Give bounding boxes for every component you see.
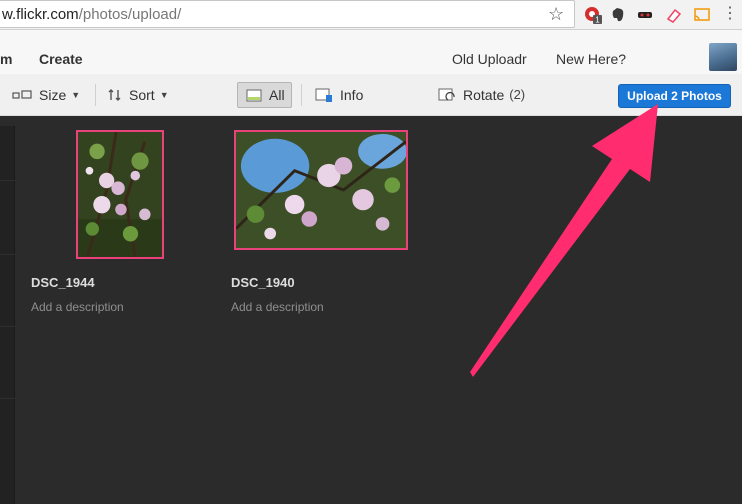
photo-thumbnail[interactable] [234, 130, 408, 250]
browser-toolbar: w.flickr.com/photos/upload/ ☆ 1 ⋮ [0, 0, 742, 30]
panel-divider [0, 398, 15, 399]
url-host: w.flickr.com [2, 6, 79, 23]
panel-divider [0, 254, 15, 255]
all-label: All [269, 87, 285, 103]
upload-photos-button[interactable]: Upload 2 Photos [618, 84, 731, 108]
rotate-label: Rotate [463, 87, 505, 103]
sort-label: Sort [129, 87, 155, 103]
left-panel [0, 126, 15, 504]
blossom-photo-image [78, 132, 162, 257]
sort-dropdown[interactable]: Sort ▼ [108, 82, 169, 108]
blossom-photo-image [236, 132, 406, 248]
chrome-extension-icon[interactable]: 1 [584, 6, 602, 24]
evernote-icon[interactable] [609, 6, 627, 24]
photo-title[interactable]: DSC_1944 [31, 275, 95, 290]
toolbar-divider [95, 84, 96, 106]
url-text[interactable]: w.flickr.com/photos/upload/ [2, 6, 181, 23]
avatar[interactable] [709, 43, 737, 71]
new-here-link[interactable]: New Here? [556, 51, 626, 67]
panel-divider [0, 326, 15, 327]
photo-description[interactable]: Add a description [31, 300, 124, 314]
menu-icon[interactable]: ⋮ [722, 5, 738, 23]
info-label: Info [340, 87, 364, 103]
site-header: m Create Old Uploadr New Here? [0, 30, 742, 74]
toolbar-divider [301, 84, 302, 106]
rotate-icon [438, 88, 455, 101]
panel-divider [0, 180, 15, 181]
chevron-down-icon: ▼ [159, 90, 169, 100]
size-icon [12, 90, 32, 99]
upload-toolbar: Size ▼ Sort ▼ All Info Rotate (2) Upload… [0, 74, 742, 116]
mask-icon[interactable] [636, 6, 654, 24]
size-label: Size [39, 87, 67, 103]
star-icon[interactable]: ☆ [548, 4, 564, 25]
photo-thumbnail[interactable] [76, 130, 164, 259]
select-all-icon [246, 89, 262, 101]
old-uploadr-link[interactable]: Old Uploadr [452, 51, 527, 67]
info-button[interactable]: Info [315, 82, 363, 108]
photo-description[interactable]: Add a description [231, 300, 324, 314]
chevron-down-icon: ▼ [71, 90, 81, 100]
rotate-count: (2) [509, 87, 526, 102]
nav-create[interactable]: Create [39, 51, 83, 67]
url-path: /photos/upload/ [78, 6, 182, 23]
info-icon [315, 88, 332, 102]
sort-icon [108, 89, 121, 101]
nav-item-partial[interactable]: m [0, 51, 12, 67]
select-all-button[interactable]: All [237, 82, 292, 108]
size-dropdown[interactable]: Size ▼ [12, 82, 80, 108]
rotate-button[interactable]: Rotate (2) [438, 82, 525, 108]
cast-icon[interactable] [693, 6, 711, 24]
extension-badge: 1 [595, 16, 600, 25]
address-bar[interactable]: w.flickr.com/photos/upload/ ☆ [0, 0, 575, 28]
eraser-icon[interactable] [665, 6, 683, 24]
photo-title[interactable]: DSC_1940 [231, 275, 295, 290]
